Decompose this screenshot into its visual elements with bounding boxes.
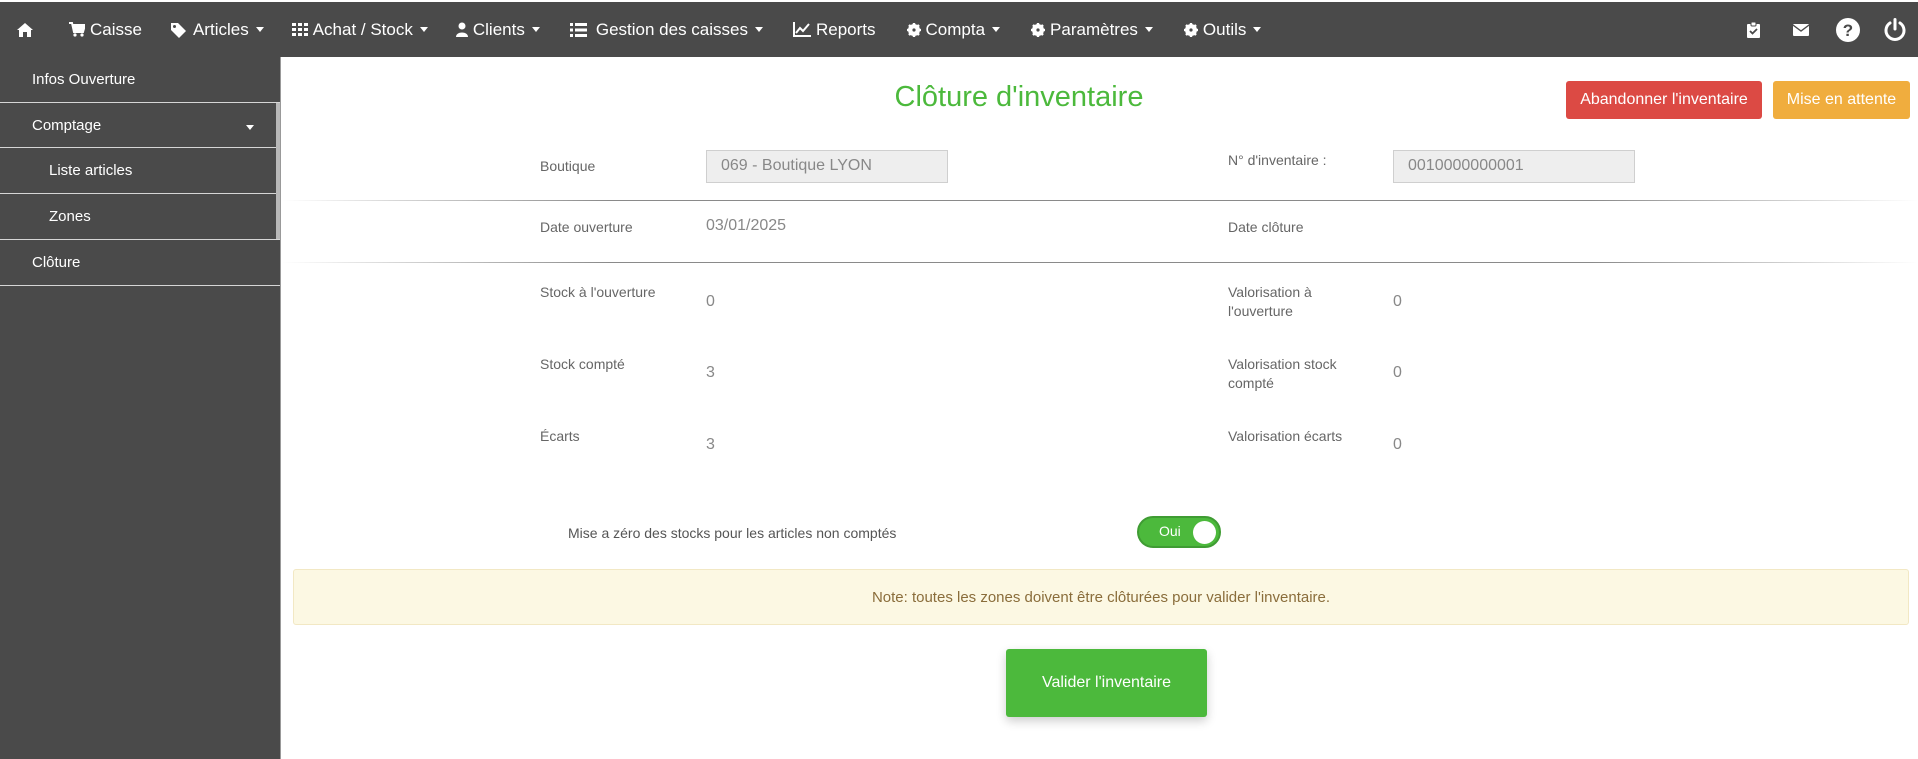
nav-caisse-label: Caisse (90, 19, 142, 39)
nav-right-icons: ? (1730, 2, 1918, 57)
home-icon (17, 22, 33, 37)
page-title: Clôture d'inventaire (894, 81, 1144, 113)
chevron-down-icon (246, 125, 254, 130)
envelope-icon (1792, 23, 1809, 36)
reset-stock-toggle[interactable]: Oui (1137, 516, 1221, 548)
clipboard-check-icon (1747, 21, 1760, 38)
nav-gestion-caisses[interactable]: Gestion des caisses (556, 2, 779, 57)
divider (282, 200, 1918, 201)
nav-home[interactable] (0, 2, 57, 57)
sidebar-item-zones[interactable]: Zones (0, 194, 280, 240)
note-alert: Note: toutes les zones doivent être clôt… (293, 569, 1909, 625)
sidebar-item-cloture[interactable]: Clôture (0, 240, 280, 286)
nav-articles-label: Articles (192, 19, 249, 39)
sidebar-item-label: Infos Ouverture (32, 71, 136, 88)
chevron-down-icon (255, 27, 264, 32)
nav-parametres-label: Paramètres (1050, 19, 1138, 39)
nav-reports-label: Reports (815, 19, 876, 39)
sidebar-item-label: Liste articles (49, 162, 133, 179)
sidebar-item-liste-articles[interactable]: Liste articles (0, 148, 280, 194)
list-icon (569, 22, 587, 37)
valo-gaps-label: Valorisation écarts (1228, 428, 1343, 444)
main-content: Clôture d'inventaire Abandonner l'invent… (282, 57, 1918, 759)
inventory-number-label: N° d'inventaire : (1228, 152, 1327, 168)
stock-open-value: 0 (706, 293, 715, 310)
power-icon (1884, 17, 1905, 41)
inventory-number-field: 0010000000001 (1393, 150, 1635, 183)
chevron-down-icon (419, 27, 428, 32)
nav-articles[interactable]: Articles (158, 2, 280, 57)
logout-button[interactable] (1871, 2, 1918, 57)
chevron-down-icon (1144, 27, 1153, 32)
messages-button[interactable] (1777, 2, 1824, 57)
valo-counted-label-line2: compté (1228, 375, 1274, 391)
user-icon (455, 22, 468, 37)
boutique-field: 069 - Boutique LYON (706, 150, 948, 183)
gear-icon (906, 22, 921, 37)
validate-inventory-button[interactable]: Valider l'inventaire (1006, 649, 1207, 717)
valo-counted-label-line1: Valorisation stock (1228, 356, 1337, 372)
chevron-down-icon (992, 27, 1001, 32)
abandon-inventory-button[interactable]: Abandonner l'inventaire (1566, 81, 1762, 119)
valo-counted-label: Valorisation stock compté (1228, 355, 1337, 393)
sidebar-item-comptage[interactable]: Comptage (0, 102, 280, 148)
valo-gaps-value: 0 (1393, 436, 1402, 453)
cart-icon (69, 22, 85, 37)
gear-icon (1031, 22, 1046, 37)
main-menu: Caisse Articles Achat / Stock Clients Ge… (0, 2, 1277, 57)
gaps-value: 3 (706, 436, 715, 453)
line-chart-icon (792, 22, 811, 37)
valo-open-label-line2: l'ouverture (1228, 303, 1293, 319)
valo-open-label: Valorisation à l'ouverture (1228, 283, 1312, 321)
sidebar-item-label: Comptage (32, 116, 102, 134)
valo-open-label-line1: Valorisation à (1228, 284, 1312, 300)
tasks-button[interactable] (1730, 2, 1777, 57)
date-close-label: Date clôture (1228, 219, 1304, 235)
nav-parametres[interactable]: Paramètres (1016, 2, 1169, 57)
date-open-label: Date ouverture (540, 219, 633, 235)
stock-counted-value: 3 (706, 364, 715, 381)
divider (282, 262, 1918, 263)
sidebar-item-infos-ouverture[interactable]: Infos Ouverture (0, 57, 280, 102)
chevron-down-icon (1253, 27, 1262, 32)
stock-counted-label: Stock compté (540, 356, 625, 372)
boutique-label: Boutique (540, 158, 596, 174)
help-button[interactable]: ? (1824, 2, 1871, 57)
gear-icon (1183, 22, 1198, 37)
tags-icon (170, 22, 186, 38)
date-open-value: 03/01/2025 (706, 217, 787, 234)
nav-gestion-caisses-label: Gestion des caisses (595, 19, 748, 39)
stock-open-label: Stock à l'ouverture (540, 284, 656, 300)
nav-outils-label: Outils (1202, 19, 1247, 39)
valo-open-value: 0 (1393, 293, 1402, 310)
nav-clients-label: Clients (472, 19, 525, 39)
nav-clients[interactable]: Clients (444, 2, 556, 57)
chevron-down-icon (754, 27, 763, 32)
reset-stock-label: Mise a zéro des stocks pour les articles… (568, 525, 897, 541)
valo-counted-value: 0 (1393, 364, 1402, 381)
nav-outils[interactable]: Outils (1169, 2, 1277, 57)
help-icon: ? (1835, 17, 1860, 42)
sidebar-scrollbar[interactable] (276, 103, 280, 239)
nav-compta-label: Compta (925, 19, 986, 39)
gaps-label: Écarts (540, 428, 580, 444)
nav-achat-stock[interactable]: Achat / Stock (280, 2, 444, 57)
nav-caisse[interactable]: Caisse (57, 2, 158, 57)
chevron-down-icon (531, 27, 540, 32)
nav-achat-stock-label: Achat / Stock (312, 19, 413, 39)
top-navbar: Caisse Articles Achat / Stock Clients Ge… (0, 0, 1918, 57)
sidebar-item-label: Zones (49, 208, 91, 225)
grid-icon (291, 22, 308, 36)
note-text: Note: toutes les zones doivent être clôt… (871, 588, 1331, 606)
toggle-state-label: Oui (1159, 523, 1181, 539)
nav-compta[interactable]: Compta (892, 2, 1017, 57)
hold-button[interactable]: Mise en attente (1773, 81, 1910, 119)
svg-text:?: ? (1842, 21, 1852, 40)
nav-reports[interactable]: Reports (779, 2, 892, 57)
toggle-knob (1193, 521, 1216, 544)
sidebar: Infos Ouverture Comptage Liste articles … (0, 57, 281, 759)
sidebar-item-label: Clôture (32, 254, 81, 271)
